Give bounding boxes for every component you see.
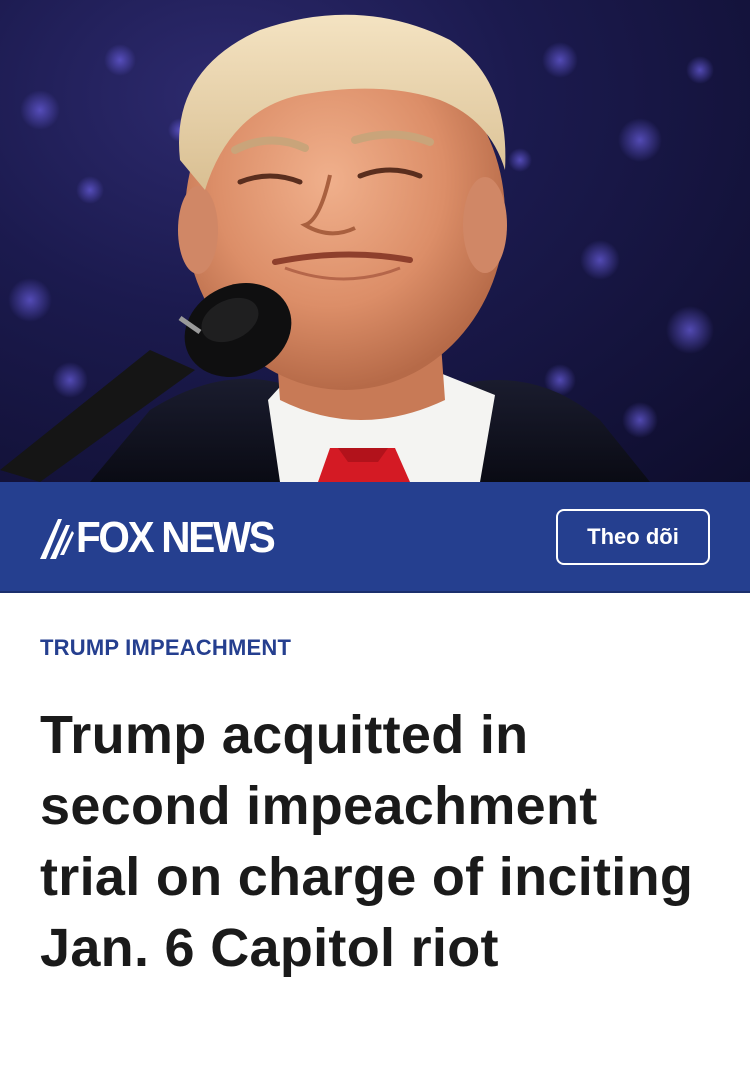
article-page: FOX NEWS Theo dõi TRUMP IMPEACHMENT Trum…	[0, 0, 750, 1068]
hero-image[interactable]	[0, 0, 750, 482]
article-category[interactable]: TRUMP IMPEACHMENT	[40, 635, 291, 661]
publisher-bar: FOX NEWS Theo dõi	[0, 482, 750, 593]
searchlight-icon	[40, 519, 74, 559]
publisher-name: FOX NEWS	[76, 513, 276, 562]
hero-photo-illustration	[0, 14, 714, 482]
fox-news-logo[interactable]: FOX NEWS	[38, 510, 291, 566]
article-headline[interactable]: Trump acquitted in second impeachment tr…	[40, 700, 710, 984]
follow-button[interactable]: Theo dõi	[556, 509, 710, 565]
